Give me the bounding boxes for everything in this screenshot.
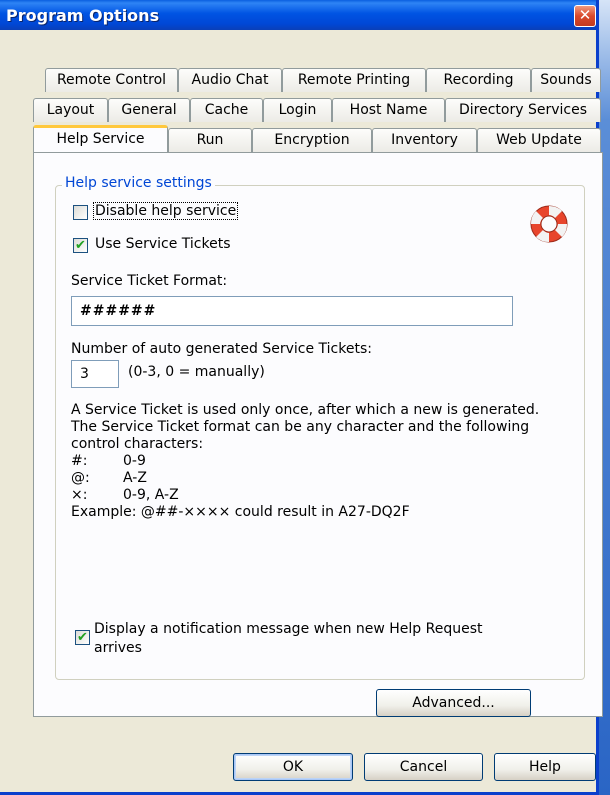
auto-generated-hint: (0-3, 0 = manually) bbox=[128, 364, 265, 380]
tab-directory-services[interactable]: Directory Services bbox=[445, 98, 601, 122]
tab-login[interactable]: Login bbox=[263, 98, 332, 122]
auto-generated-label: Number of auto generated Service Tickets… bbox=[71, 341, 372, 357]
description-line: control characters: bbox=[71, 436, 204, 452]
tab-audio-chat[interactable]: Audio Chat bbox=[178, 68, 282, 92]
tab-cache[interactable]: Cache bbox=[190, 98, 263, 122]
notify-label[interactable]: Display a notification message when new … bbox=[94, 620, 483, 658]
description-line: A Service Ticket is used only once, afte… bbox=[71, 402, 540, 418]
tab-remote-control[interactable]: Remote Control bbox=[45, 68, 178, 92]
ok-button[interactable]: OK bbox=[233, 753, 353, 781]
code-meaning: 0-9, A-Z bbox=[123, 487, 179, 503]
disable-help-checkbox[interactable] bbox=[73, 205, 88, 220]
code-char: #: bbox=[71, 453, 88, 469]
notify-label-line: Display a notification message when new … bbox=[94, 621, 483, 637]
ticket-description: A Service Ticket is used only once, afte… bbox=[71, 402, 539, 521]
ticket-format-input[interactable]: ###### bbox=[71, 296, 513, 326]
code-row: @: A-Z bbox=[71, 470, 539, 487]
advanced-button[interactable]: Advanced... bbox=[376, 689, 531, 717]
description-line: The Service Ticket format can be any cha… bbox=[71, 419, 530, 435]
close-button[interactable]: ✕ bbox=[574, 5, 596, 27]
notify-checkbox[interactable]: ✔ bbox=[75, 630, 90, 645]
title-bar[interactable]: Program Options ✕ bbox=[0, 0, 596, 30]
code-meaning: A-Z bbox=[123, 470, 147, 486]
code-char: ×: bbox=[71, 487, 88, 503]
tab-web-update[interactable]: Web Update bbox=[477, 128, 601, 152]
tab-run[interactable]: Run bbox=[168, 128, 252, 152]
use-tickets-label[interactable]: Use Service Tickets bbox=[95, 236, 231, 252]
help-button[interactable]: Help bbox=[494, 753, 596, 781]
tab-remote-printing[interactable]: Remote Printing bbox=[282, 68, 426, 92]
code-meaning: 0-9 bbox=[123, 453, 146, 469]
tab-host-name[interactable]: Host Name bbox=[332, 98, 445, 122]
ticket-format-label: Service Ticket Format: bbox=[71, 273, 228, 289]
notify-label-line: arrives bbox=[94, 640, 142, 656]
tab-recording[interactable]: Recording bbox=[426, 68, 531, 92]
tab-general[interactable]: General bbox=[108, 98, 190, 122]
tab-help-service[interactable]: Help Service bbox=[33, 125, 168, 152]
close-icon: ✕ bbox=[578, 6, 592, 24]
tab-layout[interactable]: Layout bbox=[33, 98, 108, 122]
lifebuoy-icon bbox=[530, 205, 568, 243]
code-row: #: 0-9 bbox=[71, 453, 539, 470]
code-row: ×: 0-9, A-Z bbox=[71, 487, 539, 504]
window-title: Program Options bbox=[6, 6, 160, 25]
auto-generated-input[interactable]: 3 bbox=[71, 360, 119, 388]
example-text: Example: @##-×××× could result in A27-DQ… bbox=[71, 504, 410, 520]
tab-sounds[interactable]: Sounds bbox=[531, 68, 601, 92]
disable-help-label[interactable]: Disable help service bbox=[92, 202, 239, 220]
tab-inventory[interactable]: Inventory bbox=[372, 128, 477, 152]
program-options-dialog: Program Options ✕ Remote Control Audio C… bbox=[0, 0, 603, 795]
use-tickets-checkbox[interactable]: ✔ bbox=[73, 238, 88, 253]
code-char: @: bbox=[71, 470, 90, 486]
cancel-button[interactable]: Cancel bbox=[364, 753, 483, 781]
group-title: Help service settings bbox=[62, 175, 215, 191]
tab-encryption[interactable]: Encryption bbox=[252, 128, 372, 152]
